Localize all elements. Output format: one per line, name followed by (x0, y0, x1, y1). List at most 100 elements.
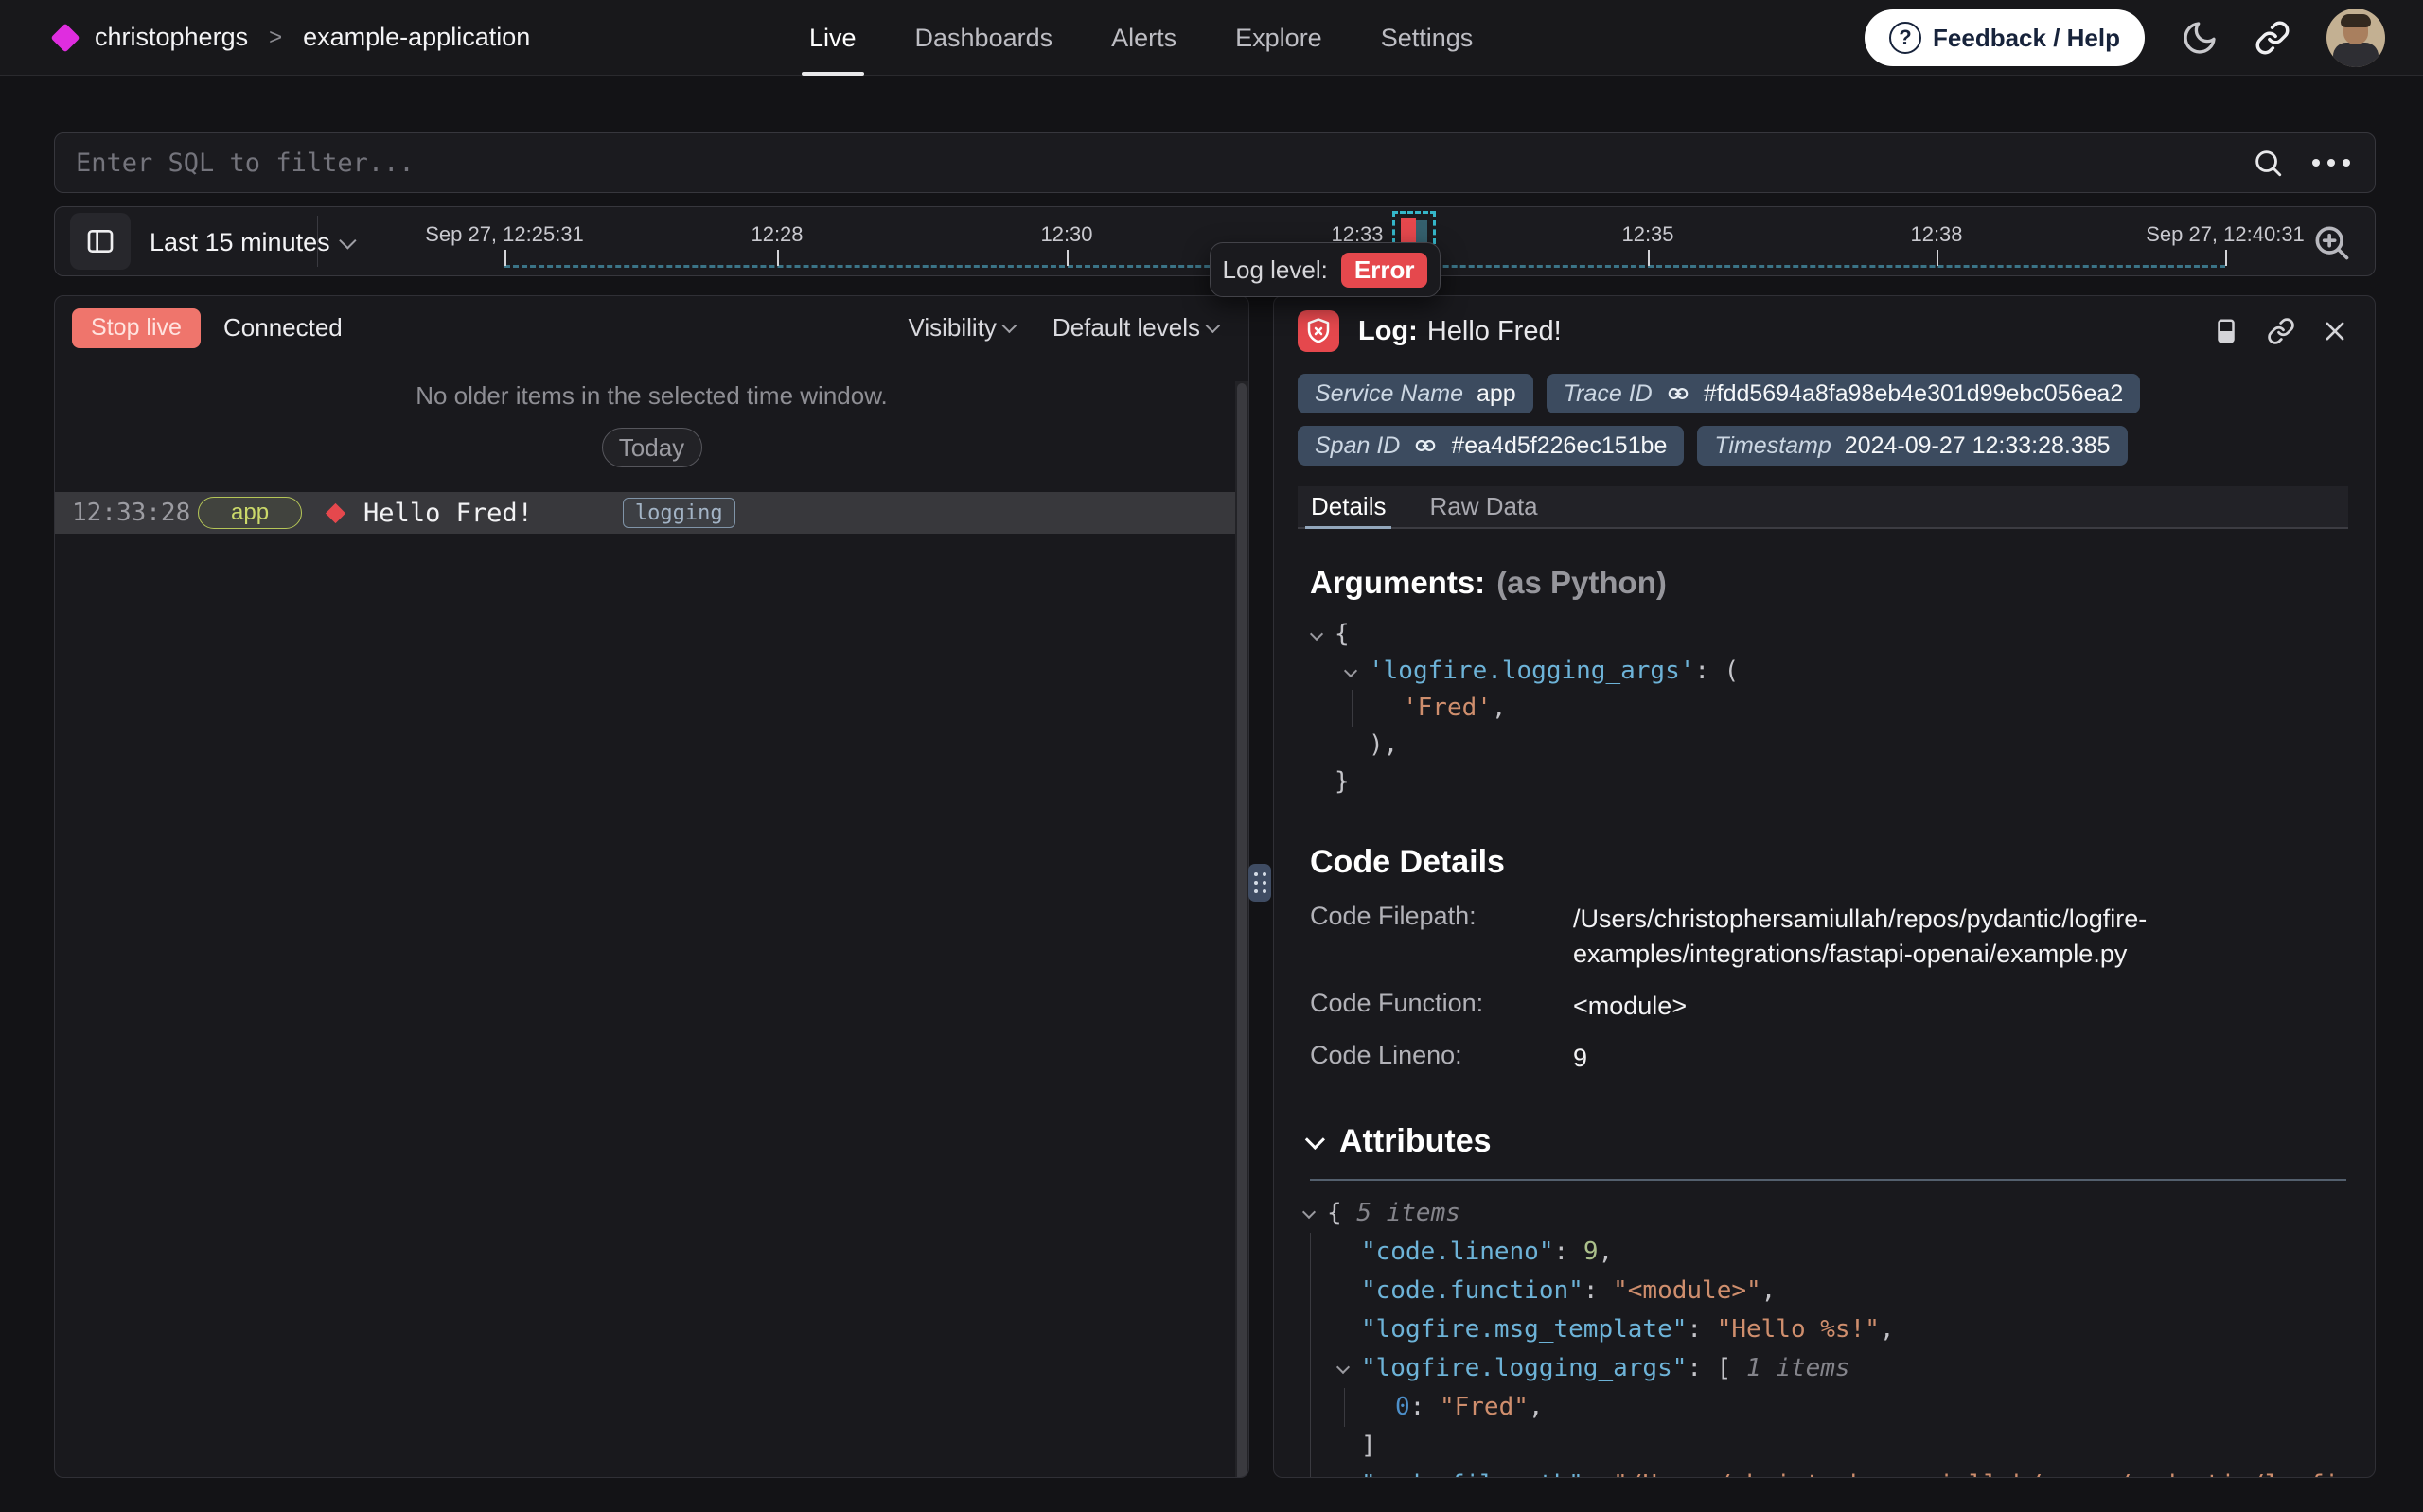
scrollbar-thumb[interactable] (1237, 383, 1247, 1478)
close-icon[interactable] (2322, 318, 2348, 344)
log-row[interactable]: 12:33:28 app Hello Fred! logging (55, 492, 1235, 534)
error-level-badge: Error (1341, 253, 1428, 288)
detail-actions (2212, 317, 2348, 345)
timestamp-pill: Timestamp 2024-09-27 12:33:28.385 (1697, 426, 2127, 466)
code-details-heading: Code Details (1310, 844, 2346, 881)
chevron-down-icon (1002, 319, 1017, 334)
service-tag: app (198, 497, 302, 529)
code-lineno-label: Code Lineno: (1310, 1041, 1573, 1076)
share-link-icon[interactable] (2255, 20, 2290, 56)
code-token: 0 (1395, 1393, 1410, 1421)
code-line: 'Fred', (1310, 690, 2346, 727)
pill-label: Service Name (1315, 380, 1463, 408)
span-id-pill[interactable]: Span ID #ea4d5f226ec151be (1298, 426, 1684, 466)
code-token: 1 items (1746, 1354, 1850, 1382)
indent-guide (1310, 1272, 1311, 1310)
zoom-in-icon[interactable] (2310, 221, 2352, 266)
code-line: { (1310, 616, 2346, 653)
indent-guide (1310, 1427, 1311, 1466)
log-level-tooltip: Log level: Error (1210, 242, 1441, 297)
attributes-json-tree: { 5 items"code.lineno": 9,"code.function… (1302, 1194, 2346, 1478)
code-token: { (1327, 1199, 1356, 1227)
code-line: } (1310, 764, 2346, 800)
code-token: "logfire.logging_args" (1361, 1354, 1687, 1382)
visibility-dropdown[interactable]: Visibility (908, 313, 1016, 343)
collapse-chevron-icon[interactable] (1302, 1205, 1316, 1219)
user-avatar[interactable] (2326, 9, 2385, 67)
stop-live-button[interactable]: Stop live (72, 308, 201, 348)
timeline-tick-mark (504, 250, 506, 266)
top-nav: christophergs > example-application Live… (0, 0, 2423, 76)
detail-content: Arguments:(as Python) {'logfire.logging_… (1274, 565, 2375, 1478)
feedback-help-button[interactable]: ? Feedback / Help (1865, 9, 2145, 66)
scrollbar[interactable] (1235, 381, 1248, 1478)
pill-value: 2024-09-27 12:33:28.385 (1845, 432, 2111, 460)
indent-guide (1310, 1349, 1311, 1388)
breadcrumb-org[interactable]: christophergs (95, 23, 248, 52)
attributes-heading-text: Attributes (1339, 1123, 1492, 1160)
nav-tab-explore[interactable]: Explore (1235, 0, 1322, 76)
search-icon[interactable] (2252, 147, 2284, 179)
code-token: "<module>" (1613, 1276, 1761, 1305)
nav-tab-dashboards[interactable]: Dashboards (915, 0, 1053, 76)
pill-label: Span ID (1315, 432, 1400, 460)
default-levels-dropdown[interactable]: Default levels (1052, 313, 1220, 343)
split-view-icon[interactable] (2212, 317, 2240, 345)
logfire-app: christophergs > example-application Live… (0, 0, 2423, 1512)
timeline-tick-mark (1067, 250, 1069, 266)
indent-guide (1344, 1388, 1345, 1427)
service-name-pill: Service Name app (1298, 374, 1533, 413)
log-detail-panel: Log:Hello Fred! Service Name app Trace I… (1273, 295, 2376, 1478)
avatar-torso (2333, 43, 2379, 67)
today-button[interactable]: Today (602, 428, 702, 467)
error-diamond-icon (326, 502, 345, 522)
code-token: ] (1361, 1432, 1376, 1460)
code-function-value: <module> (1573, 989, 2217, 1024)
code-line: ] (1302, 1427, 2346, 1466)
theme-toggle-moon-icon[interactable] (2181, 19, 2219, 57)
collapse-chevron-icon[interactable] (1310, 627, 1323, 641)
code-token: "code.function" (1361, 1276, 1583, 1305)
collapse-chevron-icon[interactable] (1336, 1361, 1350, 1374)
code-token: } (1335, 767, 1350, 796)
pill-value: #fdd5694a8fa98eb4e301d99ebc056ea2 (1704, 380, 2124, 408)
code-filepath-label: Code Filepath: (1310, 902, 1573, 972)
breadcrumb-project[interactable]: example-application (303, 23, 530, 52)
tab-raw-data[interactable]: Raw Data (1429, 486, 1537, 527)
tab-details[interactable]: Details (1311, 486, 1386, 527)
nav-tab-settings[interactable]: Settings (1381, 0, 1474, 76)
code-token: 5 items (1356, 1199, 1460, 1227)
detail-title: Log:Hello Fred! (1358, 316, 1562, 347)
collapse-chevron-icon[interactable] (1344, 664, 1357, 677)
timeline-tick-mark (2225, 250, 2227, 266)
logfire-logo-icon[interactable] (50, 23, 80, 52)
code-token: , (1880, 1315, 1895, 1344)
timeline-tick-label: 12:30 (1040, 222, 1092, 247)
live-panel-header: Stop live Connected Visibility Default l… (55, 296, 1248, 360)
attributes-divider (1310, 1179, 2346, 1181)
visibility-label: Visibility (908, 313, 996, 343)
nav-tab-alerts[interactable]: Alerts (1111, 0, 1176, 76)
code-token: , (1492, 694, 1507, 722)
pill-value: #ea4d5f226ec151be (1451, 432, 1667, 460)
question-circle-icon: ? (1889, 22, 1921, 54)
code-token: : (1583, 1470, 1613, 1478)
arguments-python-tree: {'logfire.logging_args': ('Fred',),} (1310, 616, 2346, 800)
sql-filter-input[interactable] (76, 149, 2252, 178)
more-options-icon[interactable] (2312, 159, 2350, 167)
panel-resize-handle[interactable] (1248, 864, 1271, 902)
detail-tags: Service Name app Trace ID #fdd5694a8fa98… (1298, 374, 2348, 466)
code-token: 'logfire.logging_args' (1369, 657, 1694, 685)
link-icon (1666, 381, 1690, 406)
detail-title-prefix: Log: (1358, 316, 1418, 346)
code-token: : [ (1687, 1354, 1746, 1382)
attributes-section-toggle[interactable]: Attributes (1310, 1123, 2346, 1160)
live-log-panel: Stop live Connected Visibility Default l… (54, 295, 1249, 1478)
copy-link-icon[interactable] (2267, 317, 2295, 345)
nav-actions: ? Feedback / Help (1865, 0, 2385, 76)
code-token: "Fred" (1440, 1393, 1529, 1421)
code-line: { 5 items (1302, 1194, 2346, 1233)
nav-tab-live[interactable]: Live (809, 0, 857, 76)
trace-id-pill[interactable]: Trace ID #fdd5694a8fa98eb4e301d99ebc056e… (1547, 374, 2141, 413)
code-details-rows: Code Filepath: /Users/christophersamiull… (1310, 902, 2346, 1076)
